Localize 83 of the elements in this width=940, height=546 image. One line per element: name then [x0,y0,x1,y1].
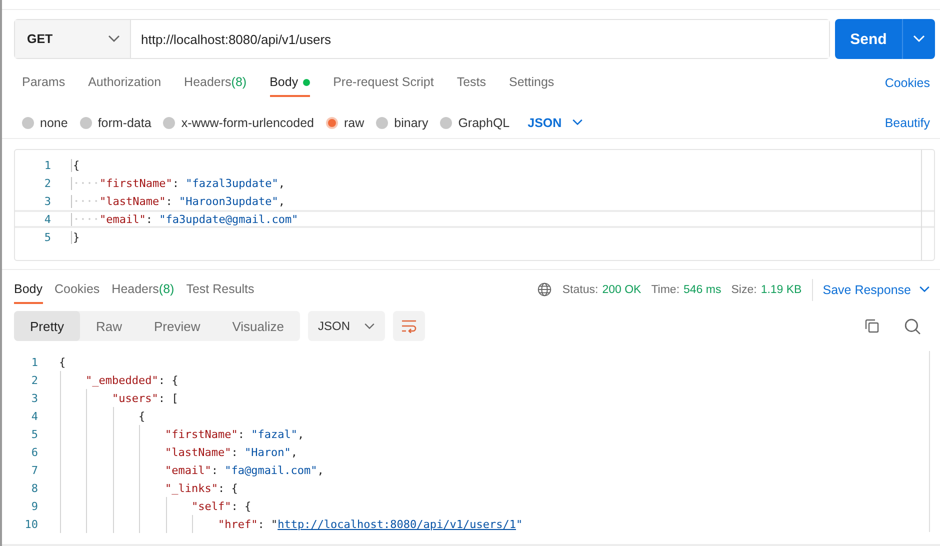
radio-label[interactable]: binary [394,116,428,130]
line-number: 5 [30,428,38,440]
code-line: "users": [ [58,392,178,404]
chevron-down-icon [919,286,930,293]
radio-button[interactable] [80,116,92,128]
code-line: "href": "http://localhost:8080/api/v1/users/1" [58,518,523,530]
globe-icon [537,282,552,297]
code-line: "email": "fa@gmail.com", [58,464,324,476]
code-line: { [71,158,80,172]
chevron-down-icon [913,35,925,43]
tab[interactable]: Params [22,69,66,97]
status-label: Status: [562,284,598,296]
status-value: 1.19 KB [760,284,802,296]
code-line: "firstName": "fazal", [58,428,304,440]
tab[interactable]: Headers(8) [184,69,247,97]
line-number: 4 [43,212,51,226]
line-number: 6 [30,446,38,458]
radio-button[interactable] [376,116,388,128]
cookies-link[interactable]: Cookies [884,76,930,90]
line-number: 2 [30,374,38,386]
search-icon [904,318,920,334]
request-body-editor[interactable]: 1 { 2 "firstName": "fazal3update", 3 "lastName": "Haroon3update", 4 "email": "fa3update@gmail.com" 5 } [14,149,935,261]
radio-button[interactable] [22,116,34,128]
tab[interactable]: Test Results [186,276,254,304]
save-response-dropdown[interactable]: Save Response [822,282,930,296]
radio-button[interactable] [163,116,176,128]
format-dropdown[interactable]: JSON [308,311,386,341]
line-number: 1 [30,356,38,368]
tab[interactable]: Pre-request Script [333,69,434,97]
status-value: 546 ms [684,284,722,296]
line-number: 3 [43,194,51,208]
view-mode-tab[interactable]: Raw [80,311,138,341]
tab[interactable]: Authorization [88,69,162,97]
status-value: 200 OK [602,284,642,296]
wrap-lines-button[interactable] [393,311,426,341]
send-button[interactable]: Send [835,19,902,59]
code-line: "email": "fa3update@gmail.com" [71,212,298,226]
line-number: 8 [30,482,38,494]
radio-label[interactable]: form-data [98,116,152,130]
tab[interactable]: Settings [509,69,554,97]
radio-label[interactable]: none [40,116,68,130]
radio-button[interactable] [326,116,338,128]
code-line: "firstName": "fazal3update", [71,176,285,190]
code-line: } [71,230,80,244]
status-label: Size: [731,284,757,296]
tab[interactable]: Headers(8) [112,276,174,304]
radio-label[interactable]: raw [344,116,364,130]
beautify-link[interactable]: Beautify [884,116,930,130]
tab[interactable]: Body [14,276,42,304]
tab[interactable]: Tests [456,69,486,97]
code-line: "lastName": "Haron", [58,446,298,458]
code-line: "self": { [58,500,252,512]
status-label: Time: [651,284,680,296]
view-mode-tab[interactable]: Visualize [216,311,300,341]
tab[interactable]: Cookies [54,276,100,304]
view-mode-tab[interactable]: Preview [138,311,216,341]
code-line: { [58,356,66,368]
url-bar[interactable]: GET http://localhost:8080/api/v1/users [14,19,830,59]
line-number: 7 [30,464,38,476]
chevron-down-icon [108,35,120,43]
chevron-down-icon [572,119,583,126]
view-mode-tab[interactable]: Pretty [14,311,80,341]
line-number: 4 [30,410,38,422]
line-number: 10 [24,518,38,530]
body-format-dropdown[interactable]: JSON [528,116,583,130]
code-line: { [58,410,146,422]
code-line: "lastName": "Haroon3update", [71,194,285,208]
tab[interactable]: Body [270,69,310,97]
radio-label[interactable]: x-www-form-urlencoded [181,116,314,130]
line-number: 1 [43,158,51,172]
line-number: 5 [43,230,51,244]
radio-label[interactable]: GraphQL [458,116,510,130]
wrap-lines-icon [401,319,418,333]
code-line: "_links": { [58,482,238,494]
chevron-down-icon [364,322,376,330]
send-options-button[interactable] [902,19,935,59]
copy-icon [864,318,880,334]
line-number: 2 [43,176,51,190]
code-line: "_embedded": { [58,374,178,386]
radio-button[interactable] [440,116,452,128]
line-number: 3 [30,392,38,404]
method-dropdown[interactable]: GET [15,20,131,58]
line-number: 9 [30,500,38,512]
